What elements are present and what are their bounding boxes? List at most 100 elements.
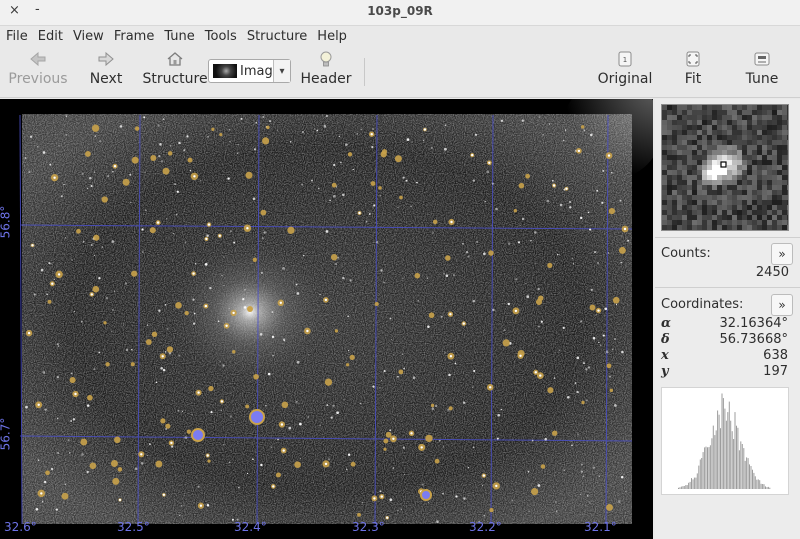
background-star [42,151,46,154]
original-button[interactable]: 1 Original [597,50,653,94]
zoom-pixel [762,140,767,145]
zoom-pixel [712,220,717,225]
source-marker [488,250,494,256]
background-star [530,240,532,242]
zoom-pixel [762,145,767,150]
background-star [455,495,458,498]
zoom-pixel [722,210,727,215]
source-core [272,485,275,488]
counts-label: Counts: [661,246,711,261]
zoom-pixel [672,150,677,155]
background-star [579,320,583,323]
zoom-pixel [727,185,732,190]
zoom-pixel [727,140,732,145]
zoom-pixel [762,205,767,210]
fit-button[interactable]: Fit [682,50,704,94]
background-star [625,491,627,493]
zoom-pixel [697,150,702,155]
zoom-pixel [722,140,727,145]
image-viewport[interactable]: 32.6° 32.5° 32.4° 32.3° 32.2° 32.1° 56.8… [0,99,653,539]
background-star [169,145,172,147]
zoom-pixel [767,190,772,195]
histogram-bar [759,480,761,489]
menu-tools[interactable]: Tools [205,29,237,44]
chevron-down-icon[interactable]: ▾ [273,60,290,82]
menu-frame[interactable]: Frame [114,29,155,44]
source-marker [430,403,435,408]
sky-image[interactable] [0,99,653,539]
histogram-bar [717,410,719,489]
zoom-pixel [722,205,727,210]
zoom-pixel [692,135,697,140]
background-star [444,124,447,127]
source-marker [398,369,404,375]
selected-source-marker[interactable] [191,428,205,442]
arrow-right-icon [97,50,115,68]
menu-structure[interactable]: Structure [247,29,307,44]
background-star [316,129,319,132]
counts-expand-button[interactable]: » [771,243,793,265]
selected-source-marker[interactable] [249,409,265,425]
zoom-pixel [697,135,702,140]
background-star [162,118,165,121]
source-marker [186,429,192,434]
background-star [581,463,583,466]
zoom-pixel [692,130,697,135]
background-star [277,438,279,441]
background-star [178,354,181,357]
zoom-pixel [742,165,747,170]
background-star [390,338,393,341]
header-button[interactable]: Header [301,50,352,94]
zoom-pixel [737,205,742,210]
background-star [433,492,435,494]
zoom-pixel [707,135,712,140]
zoom-pixel [707,175,712,180]
zoom-pixel [682,115,687,120]
zoom-preview[interactable] [661,104,789,231]
zoom-pixel [687,120,692,125]
histogram-bar [709,445,711,489]
zoom-pixel [727,220,732,225]
selected-source-marker[interactable] [420,489,432,501]
background-star [554,197,556,199]
background-star [60,195,63,198]
zoom-pixel [732,185,737,190]
menu-tune[interactable]: Tune [164,29,194,44]
menu-file[interactable]: File [6,29,28,44]
source-marker [232,350,236,354]
zoom-pixel [757,155,762,160]
menu-edit[interactable]: Edit [38,29,63,44]
zoom-pixel [667,160,672,165]
zoom-pixel [752,130,757,135]
zoom-pixel [747,140,752,145]
zoom-pixel [687,210,692,215]
image-select[interactable]: Image ▾ [208,59,291,83]
histogram-bar [769,487,771,489]
next-button[interactable]: Next [86,50,126,94]
menu-help[interactable]: Help [317,29,347,44]
zoom-pixel [697,225,702,230]
background-star [519,225,521,227]
tune-button[interactable]: Tune [746,50,778,94]
background-star [89,176,92,180]
source-marker [448,406,453,411]
zoom-pixel [662,120,667,125]
zoom-pixel [687,115,692,120]
structure-button[interactable]: Structure [142,50,208,94]
zoom-pixel [727,165,732,170]
coordinates-expand-button[interactable]: » [771,294,793,316]
source-marker [134,126,140,131]
source-core [51,282,54,285]
zoom-pixel [767,175,772,180]
menu-view[interactable]: View [73,29,104,44]
background-star [452,274,455,277]
background-star [587,211,590,214]
previous-button[interactable]: Previous [8,50,68,94]
zoom-pixel [702,190,707,195]
source-core [495,484,498,488]
background-star [194,262,197,265]
zoom-pixel [737,145,742,150]
zoom-pixel [687,150,692,155]
original-label: Original [597,71,653,87]
zoom-pixel [762,120,767,125]
